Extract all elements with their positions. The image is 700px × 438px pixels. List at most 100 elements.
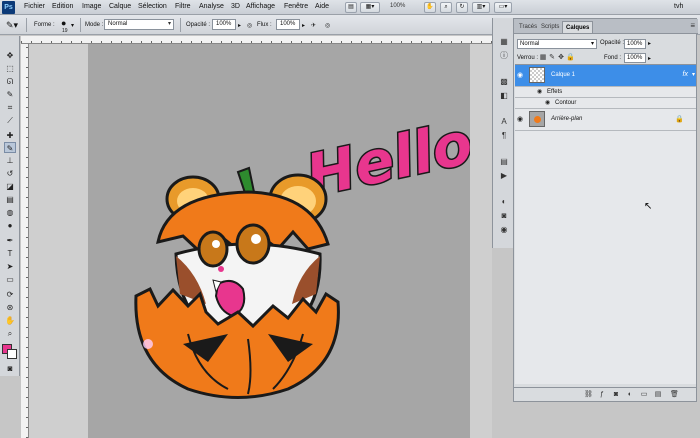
- brush-preset-icon[interactable]: ✎▾: [6, 20, 18, 31]
- layer-row-effects[interactable]: ◉ Effets: [515, 87, 696, 98]
- history-brush-tool-icon[interactable]: ↺: [4, 168, 16, 179]
- layer-name[interactable]: Arrière-plan: [551, 116, 582, 122]
- eraser-tool-icon[interactable]: ◪: [4, 181, 16, 192]
- workspace-name[interactable]: tvh: [674, 3, 683, 10]
- quick-mask-icon[interactable]: ◙: [4, 363, 16, 374]
- panel-menu-icon[interactable]: ≡: [690, 21, 695, 30]
- rotate-view-icon[interactable]: ↻: [456, 2, 468, 13]
- tab-scripts[interactable]: Scripts: [538, 21, 562, 33]
- fill-input[interactable]: 100%: [624, 53, 646, 63]
- chevron-right-icon[interactable]: ▸: [648, 40, 651, 47]
- airbrush-icon[interactable]: ✈: [311, 22, 316, 29]
- menu-selection[interactable]: Sélection: [138, 3, 167, 10]
- menu-3d[interactable]: 3D: [231, 3, 240, 10]
- adjustments-icon[interactable]: ◐: [498, 196, 510, 207]
- marquee-tool-icon[interactable]: ⬚: [4, 63, 16, 74]
- swatches-icon[interactable]: ▩: [498, 76, 510, 87]
- styles-icon[interactable]: ◧: [498, 90, 510, 101]
- link-layers-icon[interactable]: ⛓: [584, 391, 593, 399]
- menu-affichage[interactable]: Affichage: [246, 3, 275, 10]
- layer-name[interactable]: Calque 1: [551, 72, 575, 78]
- paragraph-icon[interactable]: ¶: [498, 130, 510, 141]
- masks-icon[interactable]: ◙: [498, 210, 510, 221]
- healing-tool-icon[interactable]: ✚: [4, 130, 16, 141]
- blur-tool-icon[interactable]: ◍: [4, 207, 16, 218]
- lock-pixels-icon[interactable]: ✎: [548, 54, 556, 62]
- menu-filtre[interactable]: Filtre: [175, 3, 191, 10]
- hand-tool-icon[interactable]: ✋: [4, 315, 16, 326]
- bridge-icon[interactable]: ▤: [345, 2, 357, 13]
- layer-style-icon[interactable]: ƒ: [598, 391, 606, 399]
- chevron-down-icon[interactable]: ▾: [692, 71, 695, 78]
- flow-input[interactable]: 100%: [276, 19, 300, 30]
- chevron-right-icon[interactable]: ▸: [238, 22, 241, 29]
- eyedropper-tool-icon[interactable]: ⟋: [4, 115, 16, 126]
- path-select-tool-icon[interactable]: ➤: [4, 261, 16, 272]
- photoshop-logo[interactable]: Ps: [2, 1, 15, 14]
- histogram-icon[interactable]: ▦: [498, 36, 510, 47]
- hand-view-icon[interactable]: ✋: [424, 2, 436, 13]
- brush-tool-icon[interactable]: ✎: [4, 142, 16, 153]
- menu-analyse[interactable]: Analyse: [199, 3, 224, 10]
- lock-icon: 🔒: [675, 116, 684, 123]
- arrange-documents-icon[interactable]: ▥▾: [472, 2, 490, 13]
- layer-row-arriere-plan[interactable]: ◉ Arrière-plan 🔒: [515, 109, 696, 131]
- menu-fichier[interactable]: Fichier: [24, 3, 45, 10]
- eye-icon[interactable]: ◉: [517, 115, 523, 123]
- pressure-size-icon[interactable]: ◎: [325, 22, 330, 29]
- 3d-rotate-tool-icon[interactable]: ⟳: [4, 289, 16, 300]
- view-extras-icon[interactable]: ▦▾: [360, 2, 380, 13]
- 3d-orbit-tool-icon[interactable]: ⊛: [4, 302, 16, 313]
- eye-icon[interactable]: ◉: [517, 71, 523, 79]
- brush-tip-icon[interactable]: ●: [61, 18, 66, 28]
- gradient-tool-icon[interactable]: ▤: [4, 194, 16, 205]
- fx-icon[interactable]: fx: [683, 71, 688, 78]
- new-group-icon[interactable]: ▭: [640, 391, 648, 399]
- tab-traces[interactable]: Tracés: [516, 21, 540, 33]
- move-tool-icon[interactable]: ✥: [4, 50, 16, 61]
- layer-row-contour[interactable]: ◉ Contour: [515, 98, 696, 109]
- lock-transparency-icon[interactable]: ▦: [539, 54, 547, 62]
- channels-icon[interactable]: ◉: [498, 224, 510, 235]
- history-icon[interactable]: ▤: [498, 156, 510, 167]
- brush-dropdown-icon[interactable]: ▾: [71, 22, 74, 29]
- pen-tool-icon[interactable]: ✒: [4, 235, 16, 246]
- adjustment-layer-icon[interactable]: ◐: [626, 391, 634, 399]
- lock-position-icon[interactable]: ✥: [557, 54, 565, 62]
- eye-icon[interactable]: ◉: [545, 99, 550, 106]
- menu-fenetre[interactable]: Fenêtre: [284, 3, 308, 10]
- dodge-tool-icon[interactable]: ●: [4, 220, 16, 231]
- zoom-view-icon[interactable]: ⌕: [440, 2, 452, 13]
- layer-opacity-input[interactable]: 100%: [624, 39, 646, 49]
- zoom-tool-icon[interactable]: ⌕: [4, 328, 16, 339]
- lasso-tool-icon[interactable]: ᘏ: [4, 76, 16, 87]
- menu-calque[interactable]: Calque: [109, 3, 131, 10]
- menu-edition[interactable]: Edition: [52, 3, 73, 10]
- layer-row-calque-1[interactable]: ◉ Calque 1 fx ▾: [515, 65, 696, 87]
- crop-tool-icon[interactable]: ⌗: [4, 102, 16, 113]
- lock-all-icon[interactable]: 🔒: [566, 54, 575, 62]
- stamp-tool-icon[interactable]: ⊥: [4, 155, 16, 166]
- tab-calques[interactable]: Calques: [562, 21, 594, 33]
- layer-mask-icon[interactable]: ◙: [612, 391, 620, 399]
- chevron-right-icon[interactable]: ▸: [648, 55, 651, 62]
- pressure-opacity-icon[interactable]: ◎: [247, 22, 252, 29]
- new-layer-icon[interactable]: ▤: [654, 391, 662, 399]
- character-icon[interactable]: A: [498, 116, 510, 127]
- mode-select[interactable]: Normal ▾: [104, 19, 174, 30]
- info-icon[interactable]: ⓘ: [498, 50, 510, 61]
- background-color-swatch[interactable]: [7, 349, 17, 359]
- blend-mode-select[interactable]: Normal ▾: [517, 39, 597, 49]
- screen-mode-icon[interactable]: ▭▾: [494, 2, 512, 13]
- actions-icon[interactable]: ▶: [498, 170, 510, 181]
- shape-tool-icon[interactable]: ▭: [4, 274, 16, 285]
- eye-icon[interactable]: ◉: [537, 88, 542, 95]
- quick-select-tool-icon[interactable]: ✎: [4, 89, 16, 100]
- chevron-right-icon[interactable]: ▸: [302, 22, 305, 29]
- delete-layer-icon[interactable]: 🗑: [670, 391, 679, 399]
- type-tool-icon[interactable]: T: [4, 248, 16, 259]
- menu-image[interactable]: Image: [82, 3, 101, 10]
- zoom-level[interactable]: 100%: [390, 3, 405, 9]
- menu-aide[interactable]: Aide: [315, 3, 329, 10]
- opacity-input[interactable]: 100%: [212, 19, 236, 30]
